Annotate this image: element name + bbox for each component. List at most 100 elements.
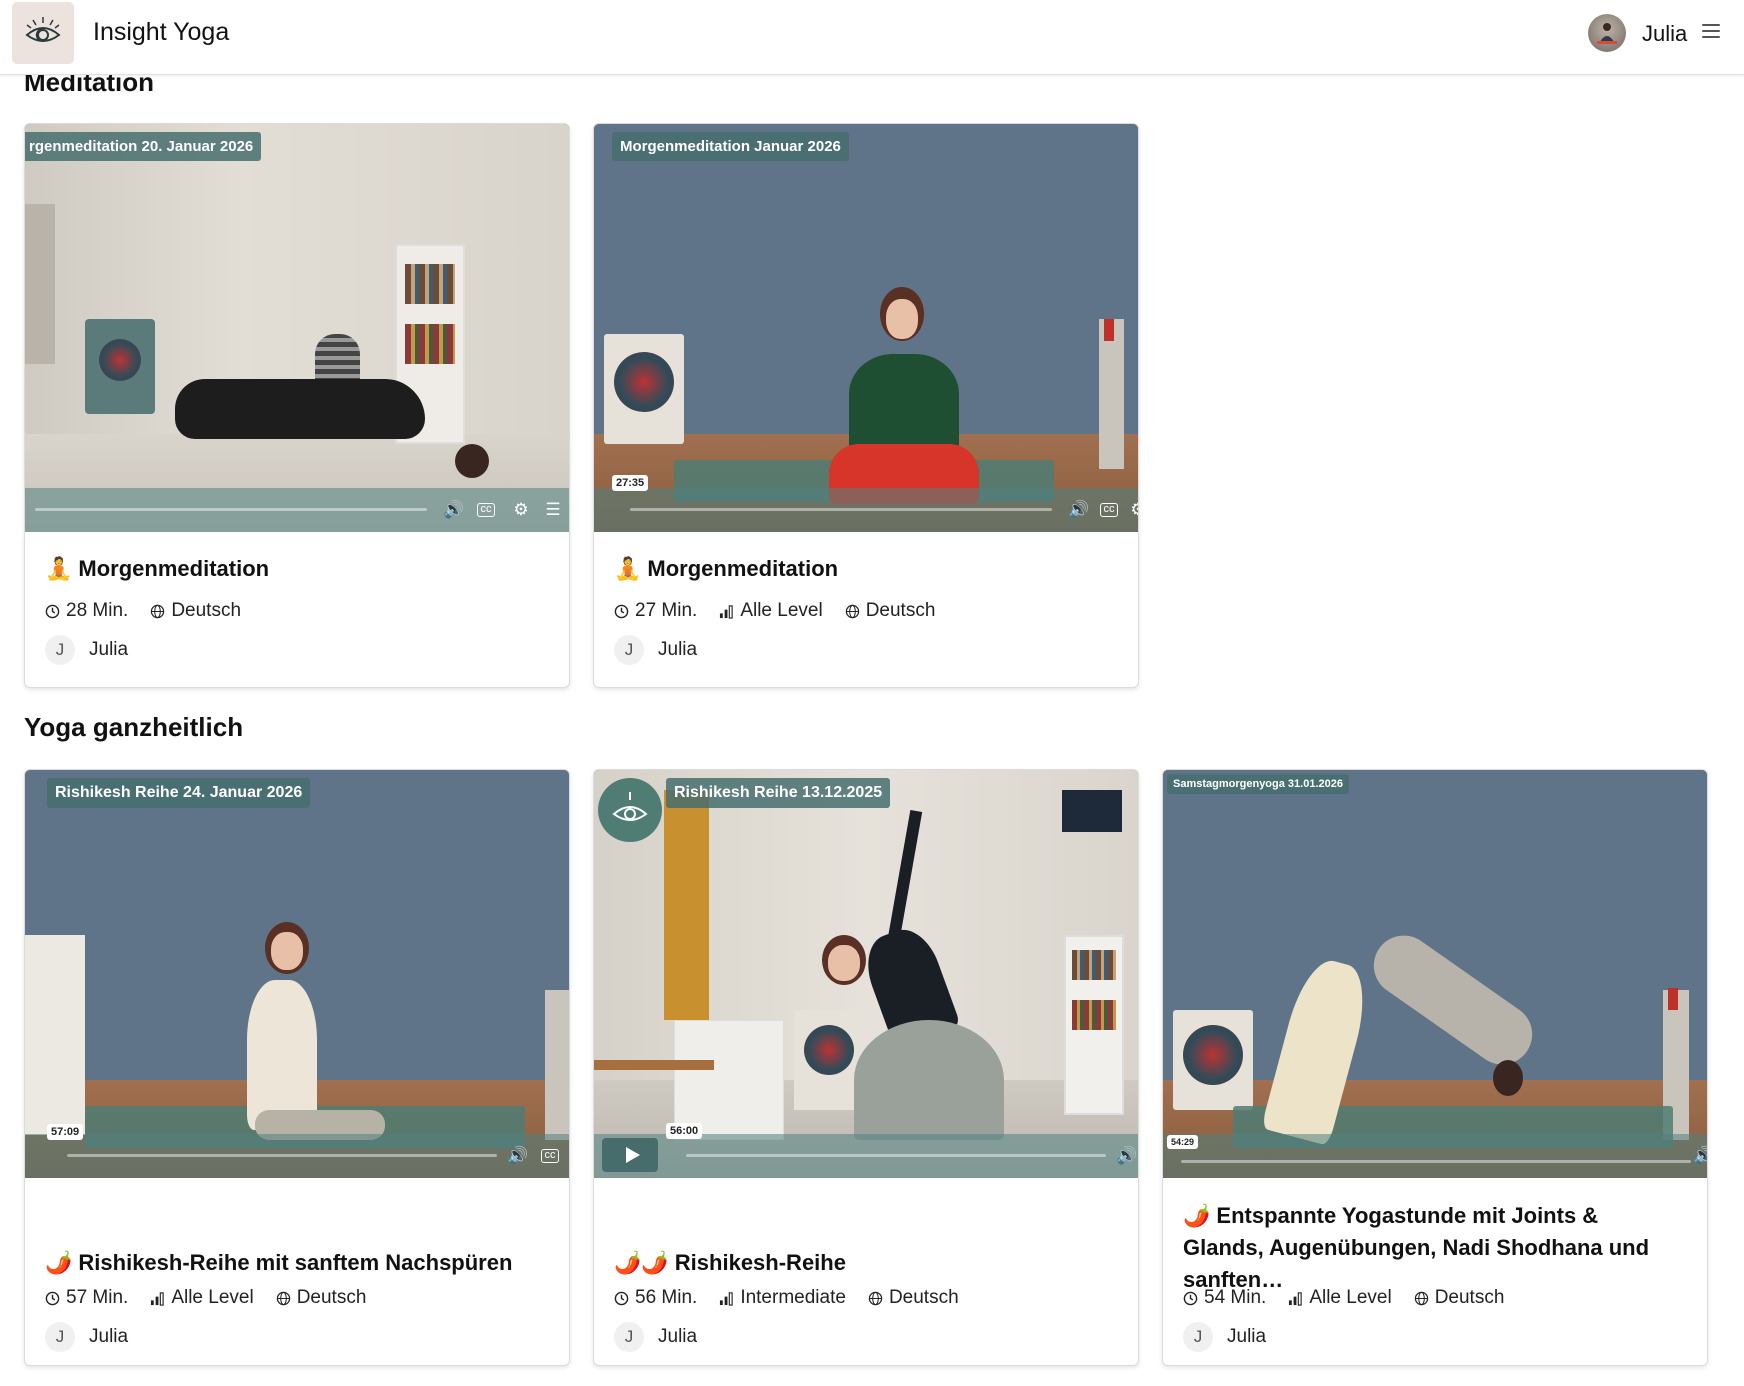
video-thumbnail[interactable]: 🔊 54:29 Samstagmorgenyoga 31.01.2026 — [1163, 770, 1707, 1178]
user-name[interactable]: Julia — [1642, 21, 1687, 47]
time-badge: 27:35 — [612, 475, 649, 491]
card-title-text[interactable]: Morgenmeditation — [78, 556, 269, 581]
card-title[interactable]: 🌶️ Rishikesh-Reihe mit sanftem Nachspüren — [45, 1247, 545, 1279]
progress-track[interactable] — [630, 508, 1052, 511]
video-thumbnail[interactable]: 🔊 56:00 Rishikesh Reihe 13.12.2025 — [594, 770, 1138, 1178]
chili-emoji-icon: 🌶️ — [1183, 1203, 1211, 1228]
card-title-text[interactable]: Entspannte Yogastunde mit Joints & Gland… — [1183, 1203, 1649, 1292]
signal-bars-icon — [720, 604, 733, 619]
meditation-emoji-icon: 🧘 — [45, 556, 73, 581]
video-controls: 🔊 cc — [25, 1134, 569, 1178]
app-title[interactable]: Insight Yoga — [93, 18, 229, 47]
language-text: Deutsch — [888, 1287, 959, 1308]
hamburger-menu-icon[interactable] — [1702, 24, 1720, 40]
card-title[interactable]: 🧘 Morgenmeditation — [45, 553, 545, 585]
author-name: Julia — [89, 639, 129, 660]
card-meta: 54 Min. Alle Level Deutsch — [1183, 1287, 1526, 1309]
level-text: Alle Level — [1309, 1287, 1392, 1308]
channel-logo-icon — [598, 778, 662, 842]
level: Alle Level — [1288, 1287, 1392, 1309]
gear-icon[interactable]: ⚙ — [1128, 500, 1138, 520]
card-title[interactable]: 🧘 Morgenmeditation — [614, 553, 1114, 585]
chili-emoji-icon: 🌶️ — [45, 1250, 73, 1275]
time-badge: 56:00 — [666, 1123, 703, 1139]
author-name: Julia — [658, 1326, 698, 1347]
author-avatar: J — [45, 1322, 75, 1352]
video-title-overlay: Samstagmorgenyoga 31.01.2026 — [1167, 774, 1349, 794]
author-name: Julia — [89, 1326, 129, 1347]
level-text: Alle Level — [740, 600, 823, 621]
play-icon[interactable] — [602, 1138, 658, 1172]
card-meta: 56 Min. Intermediate Deutsch — [614, 1287, 981, 1309]
language: Deutsch — [150, 600, 241, 622]
level: Alle Level — [150, 1287, 254, 1309]
video-card[interactable]: 🔊 cc 57:09 Rishikesh Reihe 24. Januar 20… — [24, 769, 570, 1366]
card-author[interactable]: J Julia — [45, 1322, 128, 1352]
language-text: Deutsch — [296, 1287, 367, 1308]
video-card[interactable]: 🔊 54:29 Samstagmorgenyoga 31.01.2026 🌶️E… — [1162, 769, 1708, 1366]
card-title-text[interactable]: Rishikesh-Reihe mit sanftem Nachspüren — [78, 1250, 512, 1275]
level: Alle Level — [719, 600, 823, 622]
user-avatar[interactable] — [1588, 14, 1626, 52]
video-card[interactable]: 🔊 cc ⚙ ☰ rgenmeditation 20. Januar 2026 … — [24, 123, 570, 688]
level-text: Intermediate — [740, 1287, 846, 1308]
cc-icon[interactable]: cc — [1100, 503, 1118, 517]
duration-text: 28 Min. — [66, 600, 129, 621]
time-badge: 57:09 — [47, 1124, 84, 1140]
progress-track[interactable] — [35, 508, 427, 511]
volume-icon[interactable]: 🔊 — [1116, 1146, 1137, 1166]
video-card[interactable]: 🔊 56:00 Rishikesh Reihe 13.12.2025 🌶️🌶️ R… — [593, 769, 1139, 1366]
video-title-overlay: Rishikesh Reihe 24. Januar 2026 — [47, 778, 311, 808]
volume-icon[interactable]: 🔊 — [507, 1146, 528, 1166]
author-avatar: J — [45, 635, 75, 665]
video-controls: 🔊 cc ⚙ — [594, 488, 1138, 532]
author-name: Julia — [658, 639, 698, 660]
cc-icon[interactable]: cc — [477, 503, 495, 517]
cc-icon[interactable]: cc — [541, 1149, 559, 1163]
meditation-emoji-icon: 🧘 — [614, 556, 642, 581]
video-thumbnail[interactable]: 🔊 cc ⚙ ☰ rgenmeditation 20. Januar 2026 — [25, 124, 569, 532]
card-meta: 27 Min. Alle Level Deutsch — [614, 600, 957, 622]
card-author[interactable]: J Julia — [614, 1322, 697, 1352]
author-avatar: J — [1183, 1322, 1213, 1352]
transcript-icon[interactable]: ☰ — [543, 500, 563, 520]
signal-bars-icon — [1289, 1291, 1302, 1306]
duration-text: 27 Min. — [635, 600, 698, 621]
gear-icon[interactable]: ⚙ — [511, 500, 531, 520]
chili-emoji-icon: 🌶️🌶️ — [614, 1250, 669, 1275]
video-controls: 🔊 — [594, 1134, 1138, 1178]
volume-icon[interactable]: 🔊 — [1693, 1146, 1707, 1166]
language-text: Deutsch — [1434, 1287, 1505, 1308]
eye-logo-icon[interactable] — [12, 2, 74, 64]
card-author[interactable]: J Julia — [1183, 1322, 1266, 1352]
progress-track[interactable] — [686, 1154, 1106, 1157]
video-title-overlay: rgenmeditation 20. Januar 2026 — [25, 132, 262, 161]
duration: 28 Min. — [45, 600, 128, 622]
clock-icon — [614, 1291, 629, 1305]
section-title-yoga-ganzheitlich: Yoga ganzheitlich — [24, 712, 244, 742]
author-avatar: J — [614, 635, 644, 665]
globe-icon — [276, 1291, 290, 1305]
card-title-text[interactable]: Rishikesh-Reihe — [675, 1250, 846, 1275]
card-title[interactable]: 🌶️ Entspannte Yogastunde mit Joints & Gla… — [1183, 1200, 1683, 1296]
card-author[interactable]: J Julia — [45, 635, 128, 665]
duration: 57 Min. — [45, 1287, 128, 1309]
time-badge: 54:29 — [1167, 1135, 1199, 1149]
globe-icon — [1414, 1291, 1428, 1305]
video-thumbnail[interactable]: 🔊 cc ⚙ 27:35 Morgenmeditation Januar 202… — [594, 124, 1138, 532]
card-title[interactable]: 🌶️🌶️ Rishikesh-Reihe — [614, 1247, 1114, 1279]
duration-text: 54 Min. — [1204, 1287, 1267, 1308]
card-title-text[interactable]: Morgenmeditation — [647, 556, 838, 581]
progress-track[interactable] — [67, 1154, 497, 1157]
duration-text: 57 Min. — [66, 1287, 129, 1308]
card-author[interactable]: J Julia — [614, 635, 697, 665]
video-card[interactable]: 🔊 cc ⚙ 27:35 Morgenmeditation Januar 202… — [593, 123, 1139, 688]
volume-icon[interactable]: 🔊 — [443, 500, 464, 520]
author-avatar: J — [614, 1322, 644, 1352]
volume-icon[interactable]: 🔊 — [1068, 500, 1089, 520]
clock-icon — [45, 1291, 60, 1305]
language-text: Deutsch — [865, 600, 936, 621]
progress-track[interactable] — [1181, 1160, 1691, 1163]
video-thumbnail[interactable]: 🔊 cc 57:09 Rishikesh Reihe 24. Januar 20… — [25, 770, 569, 1178]
duration: 27 Min. — [614, 600, 697, 622]
